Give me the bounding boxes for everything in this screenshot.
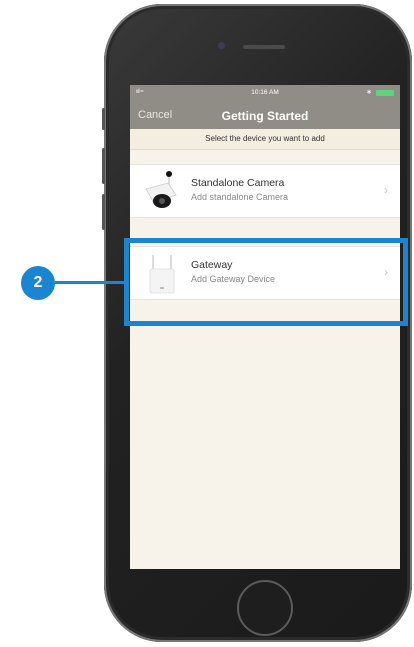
instruction-banner: Select the device you want to add [130,129,400,150]
camera-icon [145,171,177,208]
navigation-bar: Cancel Getting Started [130,101,400,129]
mute-switch [102,108,105,130]
phone-screen: ııl ≈ 10:16 AM ∗ Cancel Getting Started … [130,85,400,569]
device-description: Add standalone Camera [191,192,289,202]
page-title: Getting Started [221,109,309,123]
home-button[interactable] [237,580,293,636]
callout-line [55,281,125,284]
volume-up-button [102,148,105,184]
device-name: Standalone Camera [191,177,285,189]
chevron-right-icon: › [384,183,388,197]
volume-down-button [102,194,105,230]
highlight-box [124,238,408,326]
front-camera-icon [218,42,225,49]
device-option-standalone-camera[interactable]: Standalone Camera Add standalone Camera … [130,164,400,218]
status-bar: ııl ≈ 10:16 AM ∗ [130,85,400,101]
earpiece-speaker [243,45,285,49]
battery-icon [376,90,394,96]
bluetooth-icon: ∗ [366,89,372,96]
status-time: 10:16 AM [251,89,279,96]
step-number-badge: 2 [21,266,55,300]
